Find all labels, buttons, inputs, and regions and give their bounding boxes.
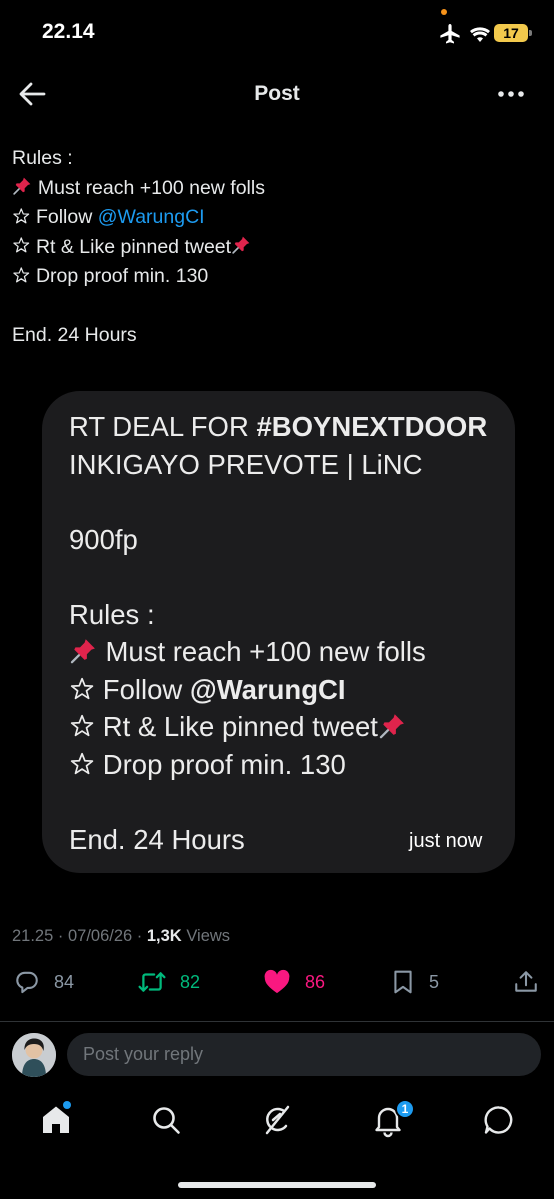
bookmark-button[interactable]: 5 <box>391 966 439 998</box>
post-meta: 21.25 · 07/06/26 · 1,3K Views <box>12 927 231 945</box>
divider <box>0 1021 554 1022</box>
card-rule-3: Rt & Like pinned tweet <box>69 708 509 746</box>
reply-icon <box>16 971 38 994</box>
page-title: Post <box>254 82 300 105</box>
pushpin-icon <box>70 639 95 664</box>
share-button[interactable] <box>513 966 539 998</box>
avatar[interactable] <box>12 1033 56 1077</box>
card-rule-4: Drop proof min. 130 <box>69 746 509 784</box>
card-text: RT DEAL FOR #BOYNEXTDOOR INKIGAYO PREVOT… <box>69 408 509 858</box>
reply-input[interactable] <box>67 1033 541 1076</box>
heart-icon <box>264 969 290 994</box>
post-rule-3-text: Rt & Like pinned tweet <box>35 235 232 258</box>
post-rule-3: Rt & Like pinned tweet <box>12 233 542 263</box>
card-rule-2: Follow @WarungCI <box>69 671 509 709</box>
card-blank-1 <box>69 483 509 521</box>
pushpin-icon <box>379 714 404 739</box>
card-rule-2-text: Follow <box>102 673 190 705</box>
post-rule-1-text: Must reach +100 new folls <box>37 176 265 199</box>
card-rule-3-text: Rt & Like pinned tweet <box>102 711 378 742</box>
post-end: End. 24 Hours <box>12 324 137 346</box>
card-rules-heading: Rules : <box>69 598 155 630</box>
home-unread-dot <box>63 1101 71 1109</box>
card-line-2: INKIGAYO PREVOTE | LiNC <box>69 448 423 480</box>
post-rules-heading: Rules : <box>12 147 73 169</box>
grok-icon[interactable] <box>259 1102 295 1138</box>
avatar-image <box>12 1033 56 1077</box>
post-date: 07/06/26 <box>67 927 133 945</box>
wifi-icon <box>470 27 490 42</box>
pushpin-icon <box>232 236 250 255</box>
battery-indicator: 17 <box>494 24 528 42</box>
star-icon <box>70 715 94 737</box>
views-count[interactable]: 1,3K <box>147 927 182 945</box>
repost-count: 82 <box>180 971 201 992</box>
post-rule-2-text: Follow <box>35 206 98 228</box>
card-rule-1: Must reach +100 new folls <box>69 633 509 671</box>
like-button[interactable]: 86 <box>263 966 325 998</box>
mention-link[interactable]: @WarungCI <box>98 206 205 228</box>
post-rule-4: Drop proof min. 130 <box>12 262 542 292</box>
post-rule-1: Must reach +100 new folls <box>12 174 542 204</box>
star-icon <box>13 267 30 283</box>
home-indicator <box>178 1182 376 1188</box>
card-rule-1-text: Must reach +100 new folls <box>105 636 426 667</box>
views-label: Views <box>186 927 231 945</box>
repost-icon <box>138 972 166 992</box>
like-count: 86 <box>305 971 326 992</box>
card-fp: 900fp <box>69 523 138 555</box>
post-text: Rules : Must reach +100 new folls Follow… <box>12 144 542 351</box>
airplane-icon <box>440 24 460 44</box>
card-blank-2 <box>69 558 509 596</box>
post-rule-4-text: Drop proof min. 130 <box>35 265 209 287</box>
more-icon[interactable] <box>494 78 528 110</box>
card-mention: @WarungCI <box>189 673 346 705</box>
reply-button[interactable]: 84 <box>14 966 74 998</box>
card-line-1: RT DEAL FOR #BOYNEXTDOOR <box>69 408 509 446</box>
card-rule-4-text: Drop proof min. 130 <box>102 748 346 780</box>
card-timestamp: just now <box>409 830 483 852</box>
star-icon <box>13 208 30 224</box>
notifications-badge: 1 <box>395 1099 415 1119</box>
battery-cap <box>529 30 532 36</box>
pushpin-icon <box>13 177 31 196</box>
card-hashtag: #BOYNEXTDOOR <box>256 411 488 442</box>
messages-icon[interactable] <box>481 1102 517 1138</box>
repost-button[interactable]: 82 <box>138 966 200 998</box>
status-time: 22.14 <box>42 20 95 43</box>
bookmark-count: 5 <box>429 971 440 992</box>
star-icon <box>70 677 94 699</box>
bookmark-icon <box>394 970 412 994</box>
star-icon <box>70 752 94 774</box>
post-rule-2: Follow @WarungCI <box>12 203 542 233</box>
search-icon[interactable] <box>148 1102 184 1138</box>
card-line-1-text: RT DEAL FOR <box>69 411 257 442</box>
star-icon <box>13 237 30 253</box>
privacy-indicator-dot <box>441 9 447 15</box>
post-time: 21.25 <box>12 927 54 945</box>
share-icon <box>515 971 537 992</box>
card-blank-3 <box>69 783 509 821</box>
reply-count: 84 <box>54 971 75 992</box>
